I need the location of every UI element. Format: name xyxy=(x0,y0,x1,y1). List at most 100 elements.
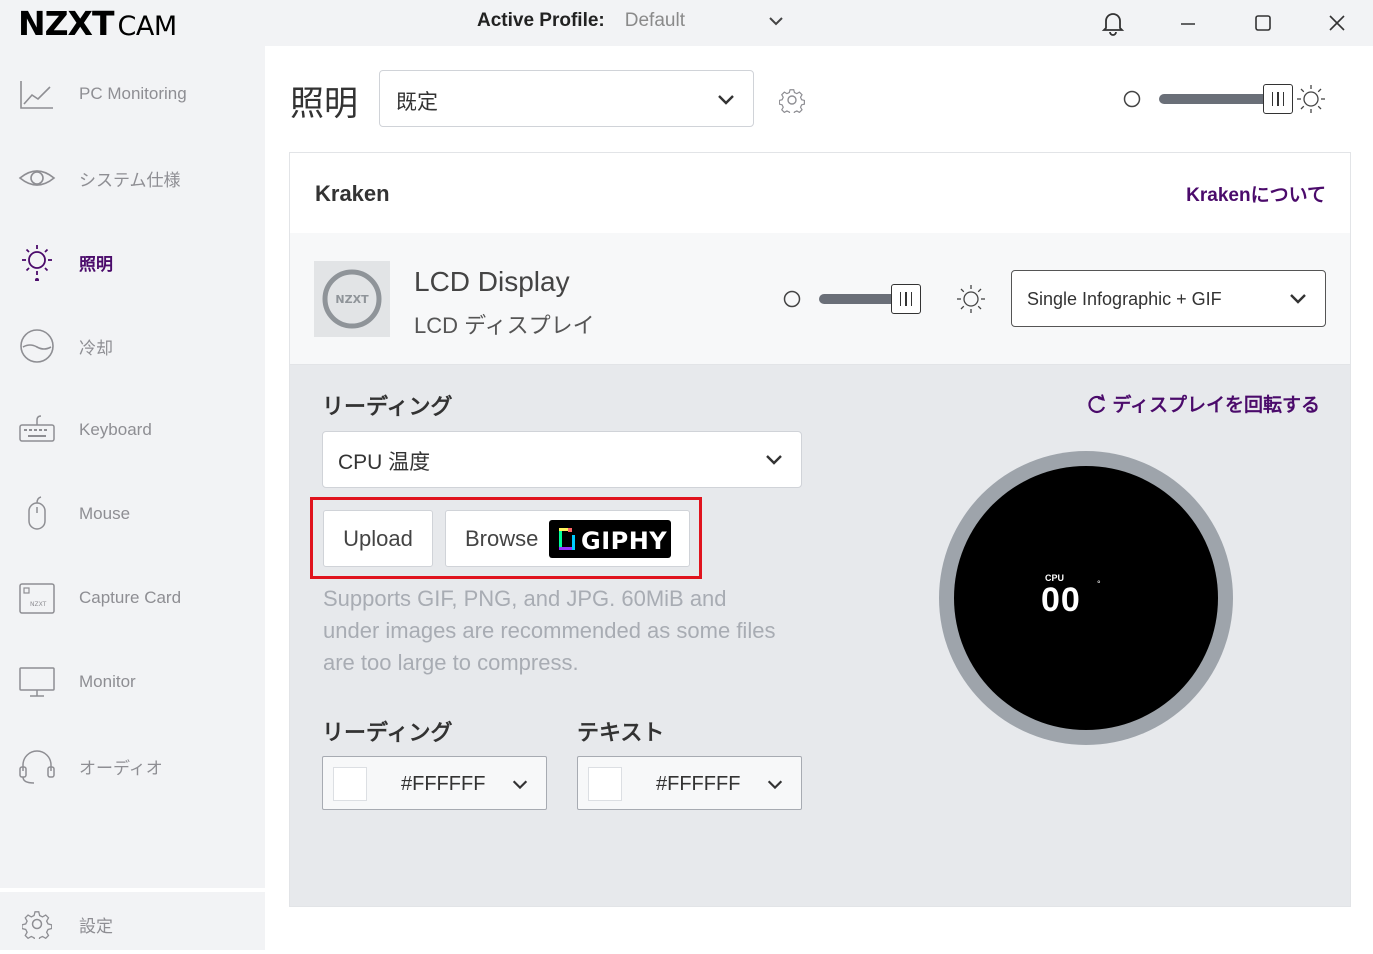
giphy-label: GIPHY xyxy=(581,527,668,555)
title-bar: NZXT CAM Active Profile: Default xyxy=(0,0,1373,46)
brightness-high-icon xyxy=(1297,85,1325,113)
sidebar-item-settings[interactable]: 設定 xyxy=(0,894,265,954)
sidebar-item-pc-monitoring[interactable]: PC Monitoring xyxy=(0,64,265,124)
brightness-high-icon xyxy=(957,285,985,313)
nzxt-logo-icon: NZXT xyxy=(322,269,382,329)
preset-dropdown[interactable]: 既定 xyxy=(379,70,754,127)
text-color-value: #FFFFFF xyxy=(656,773,741,795)
app-logo: NZXT CAM xyxy=(18,4,178,43)
minimize-icon xyxy=(1181,23,1195,25)
sidebar-item-label: システム仕様 xyxy=(79,170,181,190)
text-color-picker[interactable]: #FFFFFF xyxy=(577,756,802,810)
lcd-screen: CPU 00 ° xyxy=(954,466,1218,730)
reading-color-label: リーディング xyxy=(322,720,453,745)
sidebar-item-label: PC Monitoring xyxy=(79,84,187,103)
sidebar-item-label: オーディオ xyxy=(79,758,163,778)
rotate-icon xyxy=(1088,393,1106,413)
sidebar-item-label: Capture Card xyxy=(79,588,182,607)
sidebar-item-audio[interactable]: オーディオ xyxy=(0,736,265,796)
gear-icon xyxy=(22,911,52,939)
reading-dropdown[interactable]: CPU 温度 xyxy=(322,431,802,488)
device-row: NZXT LCD Display LCD ディスプレイ Single Infog… xyxy=(290,233,1350,365)
preset-value: 既定 xyxy=(396,91,438,114)
device-brightness-slider[interactable] xyxy=(783,284,993,314)
chevron-down-icon xyxy=(766,455,782,465)
color-swatch xyxy=(588,767,622,801)
slider-track xyxy=(1159,94,1273,104)
panel-title: Kraken xyxy=(315,181,390,206)
lcd-metric-value: 00 xyxy=(1041,581,1081,619)
sidebar-item-keyboard[interactable]: Keyboard xyxy=(0,400,265,460)
device-name: LCD Display xyxy=(414,266,570,297)
chevron-down-icon xyxy=(512,780,528,790)
slider-thumb[interactable] xyxy=(891,284,921,314)
chevron-down-icon xyxy=(767,780,783,790)
chevron-down-icon xyxy=(1290,294,1306,304)
display-mode-value: Single Infographic + GIF xyxy=(1027,289,1222,309)
keyboard-icon xyxy=(19,415,55,442)
sidebar-item-label: 冷却 xyxy=(79,338,113,358)
giphy-logo: GIPHY xyxy=(549,520,671,558)
active-profile-selector[interactable]: Active Profile: Default xyxy=(477,10,783,32)
sidebar-item-lighting[interactable]: 照明 xyxy=(0,232,265,292)
notifications-button[interactable] xyxy=(1098,8,1128,38)
lcd-metric-unit: ° xyxy=(1097,579,1101,589)
maximize-button[interactable] xyxy=(1248,8,1278,38)
reading-value: CPU 温度 xyxy=(338,451,431,474)
giphy-icon xyxy=(559,528,575,550)
lcd-preview: CPU 00 ° xyxy=(939,451,1233,745)
sidebar-item-cooling[interactable]: 冷却 xyxy=(0,316,265,376)
sidebar-item-monitor[interactable]: Monitor xyxy=(0,652,265,712)
upload-button[interactable]: Upload xyxy=(323,510,433,567)
kraken-panel: Kraken Krakenについて NZXT LCD Display LCD デ… xyxy=(289,152,1351,907)
capture-card-icon: NZXT xyxy=(19,583,55,614)
browse-giphy-button[interactable]: Browse GIPHY xyxy=(445,510,690,567)
color-swatch xyxy=(333,767,367,801)
eye-icon xyxy=(18,170,56,186)
minimize-button[interactable] xyxy=(1173,8,1203,38)
mouse-icon xyxy=(28,496,46,530)
reading-color-value: #FFFFFF xyxy=(401,773,486,795)
active-profile-label: Active Profile: xyxy=(477,10,605,31)
close-button[interactable] xyxy=(1322,8,1352,38)
sidebar: PC Monitoring システム仕様 照明 冷却 Keyboard Mous… xyxy=(0,46,265,950)
device-thumbnail: NZXT xyxy=(314,261,390,337)
sidebar-item-capture-card[interactable]: NZXT Capture Card xyxy=(0,568,265,628)
display-mode-dropdown[interactable]: Single Infographic + GIF xyxy=(1011,270,1326,327)
close-icon xyxy=(1329,15,1345,31)
reading-color-picker[interactable]: #FFFFFF xyxy=(322,756,547,810)
sidebar-item-mouse[interactable]: Mouse xyxy=(0,484,265,544)
panel-header: Kraken Krakenについて xyxy=(290,153,1350,233)
slider-track xyxy=(819,294,901,304)
main-content: 照明 既定 Kraken Krakenについて NZXT LCD Display… xyxy=(265,46,1373,950)
reading-label: リーディング xyxy=(322,394,453,419)
brand-product: CAM xyxy=(117,11,178,42)
bell-icon xyxy=(1101,13,1125,36)
brightness-low-icon xyxy=(783,290,801,308)
active-profile-value: Default xyxy=(624,10,685,31)
svg-text:NZXT: NZXT xyxy=(30,601,47,608)
upload-help-text: Supports GIF, PNG, and JPG. 60MiB and un… xyxy=(323,586,776,675)
upload-label: Upload xyxy=(343,525,413,551)
global-brightness-slider[interactable] xyxy=(1123,84,1333,114)
rotate-display-label: ディスプレイを回転する xyxy=(1112,395,1320,416)
chevron-down-icon xyxy=(769,17,783,26)
rotate-display-link[interactable]: ディスプレイを回転する xyxy=(1086,390,1320,417)
text-color-label: テキスト xyxy=(577,720,665,745)
sun-icon xyxy=(22,245,52,281)
sidebar-item-label: Mouse xyxy=(79,504,131,523)
device-subtitle: LCD ディスプレイ xyxy=(414,313,595,338)
page-title: 照明 xyxy=(290,85,358,123)
gear-icon[interactable] xyxy=(779,87,805,113)
maximize-icon xyxy=(1255,15,1271,31)
about-kraken-link[interactable]: Krakenについて xyxy=(1186,180,1326,207)
sidebar-divider xyxy=(0,888,265,892)
cooling-icon xyxy=(20,329,54,363)
sidebar-item-label: Keyboard xyxy=(79,420,152,439)
sidebar-item-system-specs[interactable]: システム仕様 xyxy=(0,148,265,208)
monitor-icon xyxy=(19,667,55,697)
headset-icon xyxy=(19,750,55,784)
sidebar-item-label: 照明 xyxy=(79,254,113,274)
sidebar-item-label: Monitor xyxy=(79,672,136,691)
slider-thumb[interactable] xyxy=(1263,84,1293,114)
